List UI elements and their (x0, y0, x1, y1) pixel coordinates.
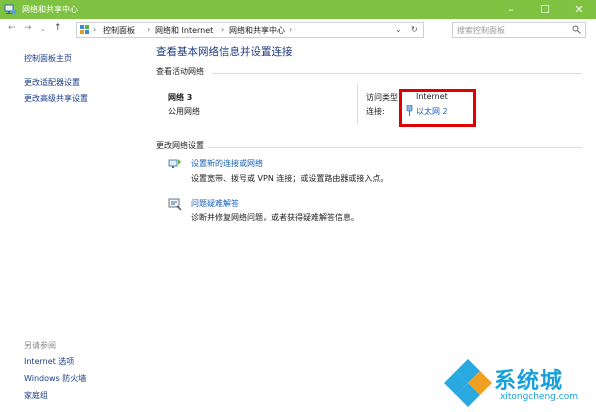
setup-connection-link[interactable]: 设置新的连接或网络 (191, 158, 263, 169)
forward-icon[interactable]: → (24, 23, 32, 33)
minimize-button[interactable]: – (494, 0, 528, 19)
change-settings-heading: 更改网络设置 (156, 141, 204, 150)
close-button[interactable]: ✕ (562, 0, 596, 19)
see-also-heading: 另请参阅 (24, 341, 56, 350)
back-icon[interactable]: ← (8, 23, 16, 33)
navigation-bar: ← → ⌄ ↑ › 控制面板 › 网络和 Internet › 网络和共享中心 … (0, 19, 596, 39)
connection-label: 连接: (366, 107, 385, 116)
vertical-divider (357, 83, 358, 124)
window-title: 网络和共享中心 (22, 5, 78, 14)
breadcrumb-separator-icon: › (147, 25, 151, 34)
sidebar-item-advanced-sharing[interactable]: 更改高级共享设置 (24, 93, 88, 104)
dropdown-icon[interactable]: ⌄ (395, 25, 402, 34)
sidebar-item-control-panel-home[interactable]: 控制面板主页 (24, 53, 72, 64)
troubleshoot-link[interactable]: 问题疑难解答 (191, 198, 239, 209)
watermark: 系统城 xitongcheng.com (442, 357, 592, 409)
network-name: 网络 3 (168, 93, 193, 102)
section-divider (212, 73, 582, 74)
recent-locations-icon[interactable]: ⌄ (40, 25, 46, 33)
control-panel-icon (80, 25, 89, 34)
address-field[interactable]: › 控制面板 › 网络和 Internet › 网络和共享中心 › ⌄ ↻ (76, 22, 424, 38)
breadcrumb-network-sharing[interactable]: 网络和共享中心 (229, 25, 285, 36)
breadcrumb-separator-icon: › (221, 25, 225, 34)
search-icon[interactable] (572, 25, 581, 34)
breadcrumb-control-panel[interactable]: 控制面板 (103, 25, 135, 36)
sidebar-item-internet-options[interactable]: Internet 选项 (24, 356, 74, 367)
sidebar: 控制面板主页 更改适配器设置 更改高级共享设置 另请参阅 Internet 选项… (0, 39, 140, 412)
page-title: 查看基本网络信息并设置连接 (156, 46, 293, 58)
section-divider (208, 147, 582, 148)
sidebar-item-adapter-settings[interactable]: 更改适配器设置 (24, 77, 80, 88)
sidebar-item-homegroup[interactable]: 家庭组 (24, 390, 48, 401)
search-placeholder: 搜索控制面板 (457, 26, 505, 35)
watermark-logo-icon (444, 359, 492, 407)
setup-connection-desc: 设置宽带、拨号或 VPN 连接；或设置路由器或接入点。 (191, 174, 389, 183)
title-bar: 网络和共享中心 – ☐ ✕ (0, 0, 596, 19)
watermark-brand: 系统城 (494, 369, 564, 394)
active-networks-heading: 查看活动网络 (156, 67, 204, 76)
highlight-box (399, 89, 476, 127)
sidebar-item-firewall[interactable]: Windows 防火墙 (24, 373, 86, 384)
watermark-url: xitongcheng.com (500, 392, 578, 402)
network-type: 公用网络 (168, 107, 200, 116)
up-icon[interactable]: ↑ (54, 23, 62, 33)
refresh-icon[interactable]: ↻ (411, 25, 418, 34)
network-setup-icon (168, 159, 181, 168)
network-center-icon (4, 4, 17, 15)
search-input[interactable]: 搜索控制面板 (452, 22, 586, 38)
breadcrumb-network-internet[interactable]: 网络和 Internet (155, 25, 213, 36)
breadcrumb-separator-icon: › (93, 25, 97, 34)
troubleshoot-desc: 诊断并修复网络问题，或者获得疑难解答信息。 (191, 213, 359, 222)
maximize-button[interactable]: ☐ (528, 0, 562, 19)
breadcrumb-separator-icon: › (289, 25, 293, 34)
troubleshoot-icon (168, 198, 182, 211)
